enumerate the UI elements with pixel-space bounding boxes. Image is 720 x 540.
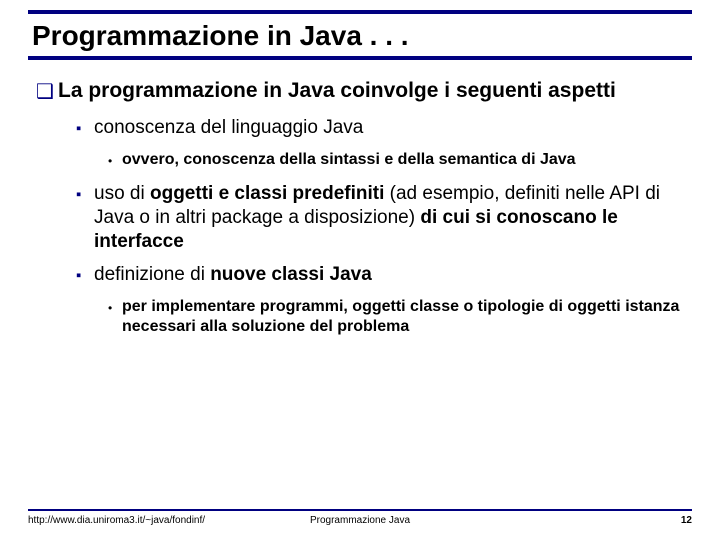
bullet-text: La programmazione in Java coinvolge i se… [58, 78, 616, 104]
slide-footer: http://www.dia.uniroma3.it/~java/fondinf… [28, 509, 692, 526]
slide-title: Programmazione in Java . . . [28, 14, 692, 60]
bullet-text: ovvero, conoscenza della sintassi e dell… [122, 150, 576, 170]
text-bold: nuove classi Java [210, 264, 372, 285]
text-bold: oggetti e classi predefiniti [150, 183, 384, 204]
text-fragment: uso di [94, 183, 150, 204]
square-bullet-icon: ▪ [76, 263, 94, 287]
bullet-level2: ▪ uso di oggetti e classi predefiniti (a… [76, 182, 684, 253]
footer-url: http://www.dia.uniroma3.it/~java/fondinf… [28, 515, 205, 526]
bullet-text: uso di oggetti e classi predefiniti (ad … [94, 182, 684, 253]
slide: Programmazione in Java . . . ❑ La progra… [0, 0, 720, 540]
bullet-text: definizione di nuove classi Java [94, 263, 372, 287]
bullet-level2: ▪ conoscenza del linguaggio Java [76, 116, 684, 140]
dot-bullet-icon: • [108, 297, 122, 337]
square-bullet-icon: ▪ [76, 182, 94, 253]
bullet-level3: • ovvero, conoscenza della sintassi e de… [108, 150, 684, 170]
square-bullet-icon: ▪ [76, 116, 94, 140]
page-number: 12 [681, 515, 692, 526]
bullet-text: per implementare programmi, oggetti clas… [122, 297, 684, 337]
bullet-level1: ❑ La programmazione in Java coinvolge i … [36, 78, 684, 104]
bullet-level2: ▪ definizione di nuove classi Java [76, 263, 684, 287]
title-wrap: Programmazione in Java . . . [28, 10, 692, 60]
dot-bullet-icon: • [108, 150, 122, 170]
footer-title: Programmazione Java [310, 515, 410, 526]
slide-content: ❑ La programmazione in Java coinvolge i … [28, 78, 692, 337]
bullet-level3: • per implementare programmi, oggetti cl… [108, 297, 684, 337]
square-bullet-icon: ❑ [36, 78, 58, 104]
text-fragment: definizione di [94, 264, 210, 285]
bullet-text: conoscenza del linguaggio Java [94, 116, 363, 140]
